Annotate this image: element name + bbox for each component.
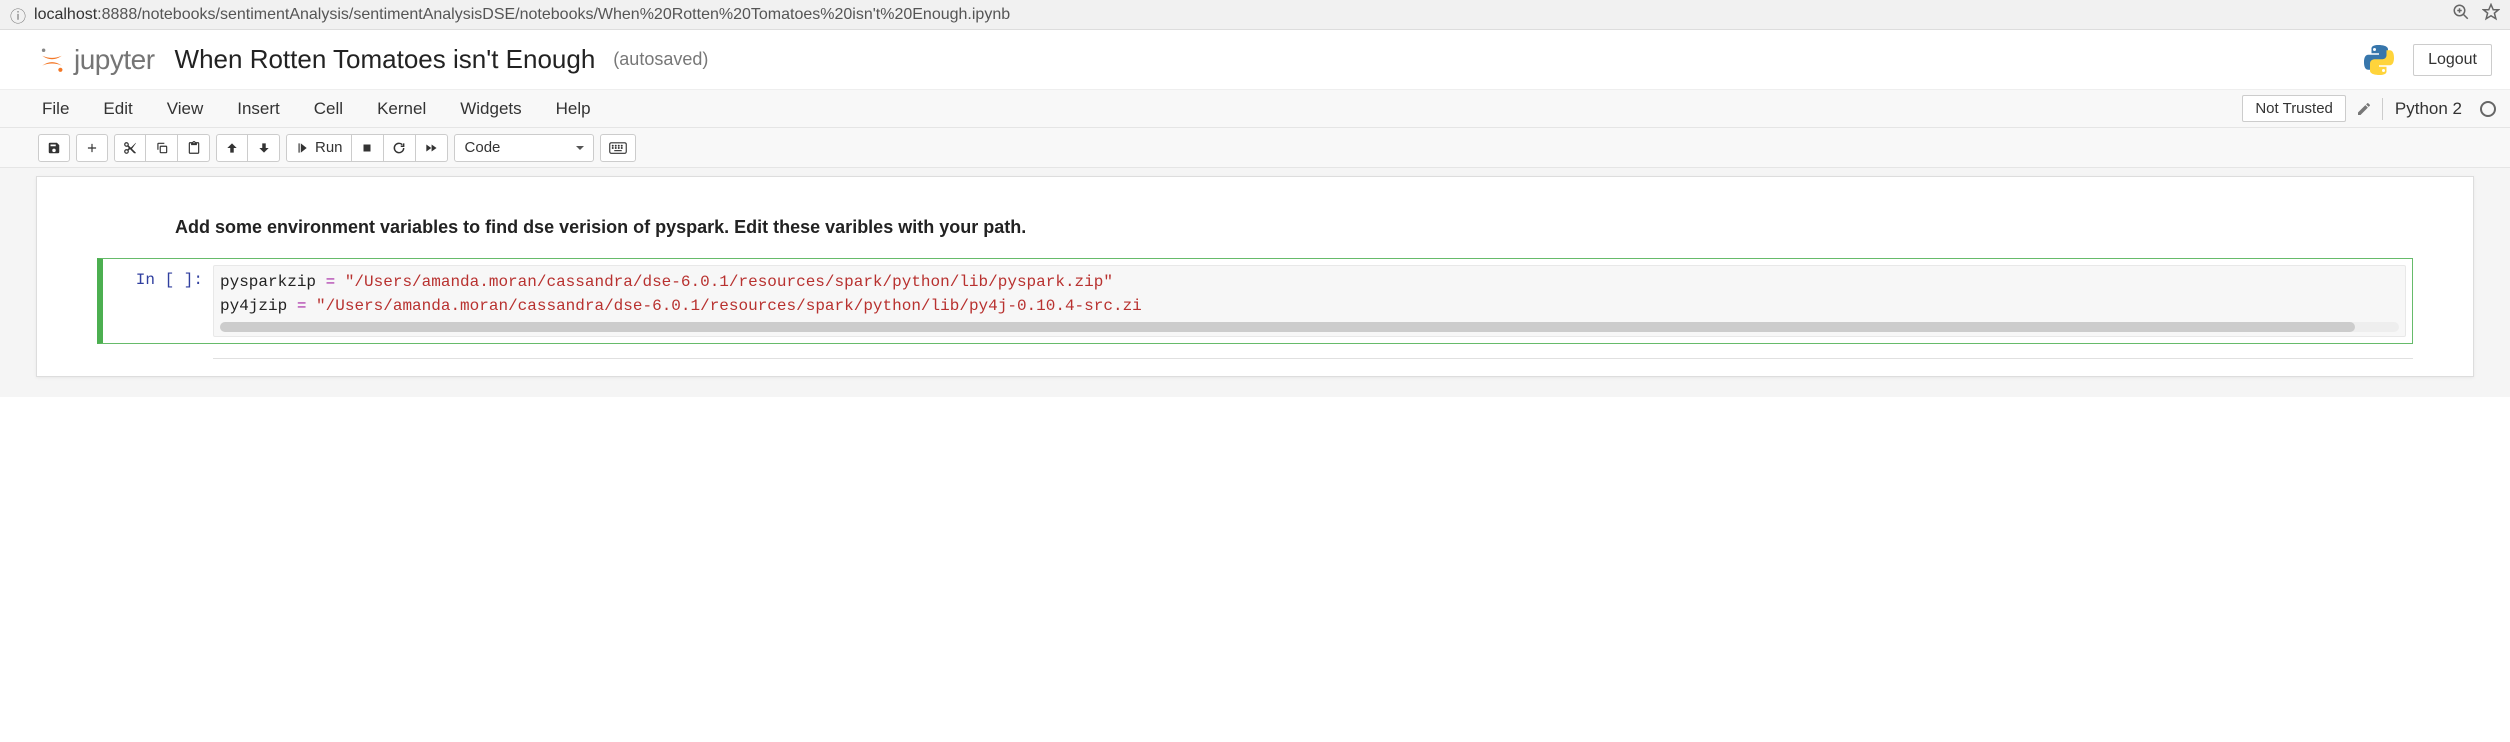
copy-button[interactable] xyxy=(146,134,178,162)
interrupt-button[interactable] xyxy=(352,134,384,162)
copy-icon xyxy=(155,141,169,155)
notebook-area: Add some environment variables to find d… xyxy=(0,168,2510,397)
restart-icon xyxy=(392,141,406,155)
cell-type-select[interactable]: Code xyxy=(454,134,594,162)
keyboard-icon xyxy=(609,141,627,155)
edit-icon[interactable] xyxy=(2356,101,2372,117)
horizontal-scrollbar[interactable] xyxy=(220,322,2399,332)
menu-widgets[interactable]: Widgets xyxy=(460,99,521,119)
code-cell[interactable]: In [ ]: pysparkzip = "/Users/amanda.mora… xyxy=(97,258,2413,344)
move-down-button[interactable] xyxy=(248,134,280,162)
run-button[interactable]: Run xyxy=(286,134,352,162)
arrow-up-icon xyxy=(225,141,239,155)
arrow-down-icon xyxy=(257,141,271,155)
code-input-area[interactable]: pysparkzip = "/Users/amanda.moran/cassan… xyxy=(213,265,2406,337)
logout-button[interactable]: Logout xyxy=(2413,44,2492,76)
menu-kernel[interactable]: Kernel xyxy=(377,99,426,119)
scrollbar-thumb[interactable] xyxy=(220,322,2355,332)
menu-file[interactable]: File xyxy=(42,99,69,119)
restart-button[interactable] xyxy=(384,134,416,162)
autosave-status: (autosaved) xyxy=(613,49,708,70)
menubar: File Edit View Insert Cell Kernel Widget… xyxy=(0,90,2510,128)
next-cell-border xyxy=(213,358,2413,366)
cell-type-select-wrap: Code xyxy=(454,134,594,162)
cut-icon xyxy=(123,141,137,155)
notebook-inner: Add some environment variables to find d… xyxy=(36,176,2474,377)
input-prompt: In [ ]: xyxy=(103,265,213,337)
paste-icon xyxy=(187,141,201,155)
kernel-name[interactable]: Python 2 xyxy=(2395,99,2462,119)
markdown-cell-heading[interactable]: Add some environment variables to find d… xyxy=(175,217,2413,238)
code-line[interactable]: pysparkzip = "/Users/amanda.moran/cassan… xyxy=(220,270,2399,294)
add-cell-button[interactable] xyxy=(76,134,108,162)
save-icon xyxy=(47,141,61,155)
url-text[interactable]: localhost:8888/notebooks/sentimentAnalys… xyxy=(34,6,2452,24)
python-icon xyxy=(2361,42,2397,78)
info-icon[interactable]: ⓘ xyxy=(10,3,26,27)
divider xyxy=(2382,98,2383,120)
menu-edit[interactable]: Edit xyxy=(103,99,132,119)
toolbar: Run Code xyxy=(0,128,2510,168)
trust-status[interactable]: Not Trusted xyxy=(2242,95,2346,122)
url-host: localhost xyxy=(34,6,97,23)
save-button[interactable] xyxy=(38,134,70,162)
menu-help[interactable]: Help xyxy=(556,99,591,119)
plus-icon xyxy=(85,141,99,155)
run-label: Run xyxy=(315,139,343,156)
notebook-header: jupyter When Rotten Tomatoes isn't Enoug… xyxy=(0,30,2510,90)
url-port: :8888 xyxy=(97,6,137,23)
bookmark-star-icon[interactable] xyxy=(2482,3,2500,26)
url-path: /notebooks/sentimentAnalysis/sentimentAn… xyxy=(137,6,1010,23)
menu-cell[interactable]: Cell xyxy=(314,99,343,119)
jupyter-icon xyxy=(38,46,66,74)
browser-address-bar: ⓘ localhost:8888/notebooks/sentimentAnal… xyxy=(0,0,2510,30)
notebook-title[interactable]: When Rotten Tomatoes isn't Enough xyxy=(175,44,596,75)
menu-insert[interactable]: Insert xyxy=(237,99,280,119)
jupyter-logo[interactable]: jupyter xyxy=(38,44,155,76)
zoom-icon[interactable] xyxy=(2452,3,2470,26)
cut-button[interactable] xyxy=(114,134,146,162)
kernel-indicator-icon[interactable] xyxy=(2480,101,2496,117)
paste-button[interactable] xyxy=(178,134,210,162)
run-icon xyxy=(295,141,309,155)
code-line[interactable]: py4jzip = "/Users/amanda.moran/cassandra… xyxy=(220,294,2399,318)
restart-run-all-button[interactable] xyxy=(416,134,448,162)
run-group: Run xyxy=(286,134,448,162)
edit-group xyxy=(114,134,210,162)
jupyter-wordmark: jupyter xyxy=(74,44,155,76)
command-palette-button[interactable] xyxy=(600,134,636,162)
move-group xyxy=(216,134,280,162)
move-up-button[interactable] xyxy=(216,134,248,162)
fast-forward-icon xyxy=(424,141,438,155)
menu-view[interactable]: View xyxy=(167,99,204,119)
stop-icon xyxy=(360,141,374,155)
